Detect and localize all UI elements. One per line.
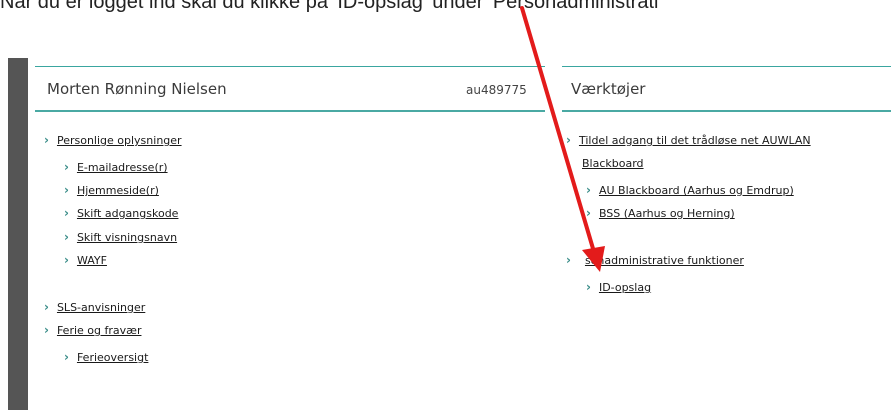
chevron-right-icon: › <box>64 160 69 174</box>
chevron-right-icon: › <box>64 206 69 220</box>
link-change-display-name[interactable]: › Skift visningsnavn <box>64 230 177 244</box>
link-blackboard[interactable]: Blackboard <box>582 157 644 170</box>
sidebar-bar <box>8 58 28 410</box>
link-wayf[interactable]: › WAYF <box>64 253 107 267</box>
chevron-right-icon: › <box>44 323 49 337</box>
arrow-shaft <box>520 6 596 254</box>
chevron-right-icon: › <box>64 350 69 364</box>
profile-name: Morten Rønning Nielsen <box>47 80 227 98</box>
user-id: au489775 <box>466 83 527 97</box>
profile-header-bottom-line <box>35 110 545 112</box>
tools-header-bottom-line <box>562 110 891 112</box>
chevron-right-icon: › <box>586 280 591 294</box>
tools-title: Værktøjer <box>571 80 646 98</box>
chevron-right-icon: › <box>44 133 49 147</box>
link-id-opslag[interactable]: › ID-opslag <box>586 280 651 294</box>
link-personadministrative-funktioner[interactable]: › sonadministrative funktioner <box>566 253 744 267</box>
link-change-password[interactable]: › Skift adgangskode <box>64 206 178 220</box>
chevron-right-icon: › <box>566 133 571 147</box>
link-auwlan-access[interactable]: › Tildel adgang til det trådløse net AUWL… <box>566 133 811 147</box>
chevron-right-icon: › <box>64 183 69 197</box>
link-email-addresses[interactable]: › E-mailadresse(r) <box>64 160 168 174</box>
annotation-arrow <box>520 6 605 272</box>
chevron-right-icon: › <box>586 183 591 197</box>
tools-header-top-line <box>562 66 891 67</box>
link-bss[interactable]: › BSS (Aarhus og Herning) <box>586 206 735 220</box>
profile-header-top-line <box>35 66 545 67</box>
chevron-right-icon: › <box>44 300 49 314</box>
chevron-right-icon: › <box>566 253 571 267</box>
instruction-text: Når du er logget ind skal du klikke på '… <box>0 0 659 13</box>
chevron-right-icon: › <box>64 253 69 267</box>
chevron-right-icon: › <box>586 206 591 220</box>
link-personlige-oplysninger[interactable]: › Personlige oplysninger <box>44 133 182 147</box>
link-ferieoversigt[interactable]: › Ferieoversigt <box>64 350 148 364</box>
link-ferie-og-fravaer[interactable]: › Ferie og fravær <box>44 323 141 337</box>
chevron-right-icon: › <box>64 230 69 244</box>
link-au-blackboard[interactable]: › AU Blackboard (Aarhus og Emdrup) <box>586 183 794 197</box>
link-homepages[interactable]: › Hjemmeside(r) <box>64 183 159 197</box>
link-sls-anvisninger[interactable]: › SLS-anvisninger <box>44 300 145 314</box>
